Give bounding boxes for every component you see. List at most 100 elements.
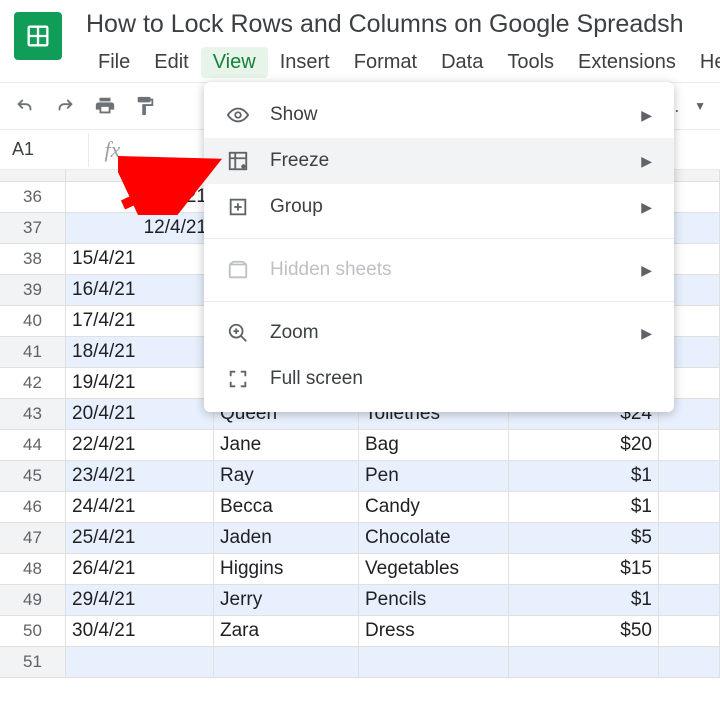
cell[interactable]: Pencils <box>359 585 509 616</box>
menu-format[interactable]: Format <box>342 47 429 78</box>
cell[interactable]: Jerry <box>214 585 359 616</box>
menu-data[interactable]: Data <box>429 47 495 78</box>
select-all-corner[interactable] <box>0 170 66 182</box>
cell[interactable]: 26/4/21 <box>66 554 214 585</box>
cell[interactable]: 12/4/21 <box>66 213 214 244</box>
menu-he[interactable]: He <box>688 47 720 78</box>
cell[interactable] <box>359 647 509 678</box>
row-header[interactable]: 39 <box>0 275 66 306</box>
row-header[interactable]: 44 <box>0 430 66 461</box>
menu-file[interactable]: File <box>86 47 142 78</box>
cell[interactable]: Ray <box>214 461 359 492</box>
undo-icon[interactable] <box>14 95 36 117</box>
row-header[interactable]: 47 <box>0 523 66 554</box>
table-row[interactable]: 5030/4/21ZaraDress$50 <box>0 616 720 647</box>
cell[interactable]: Candy <box>359 492 509 523</box>
cell[interactable]: Jaden <box>214 523 359 554</box>
table-row[interactable]: 4929/4/21JerryPencils$1 <box>0 585 720 616</box>
cell[interactable]: Becca <box>214 492 359 523</box>
table-row[interactable]: 4624/4/21BeccaCandy$1 <box>0 492 720 523</box>
chevron-down-icon[interactable]: ▼ <box>694 99 706 113</box>
paint-format-icon[interactable] <box>134 95 156 117</box>
cell[interactable] <box>659 585 720 616</box>
menu-item-show[interactable]: Show▶ <box>204 92 674 138</box>
cell[interactable]: $1 <box>509 461 659 492</box>
cell[interactable] <box>659 616 720 647</box>
cell[interactable]: 10/4/21 <box>66 182 214 213</box>
cell[interactable] <box>66 647 214 678</box>
row-header[interactable]: 40 <box>0 306 66 337</box>
menu-insert[interactable]: Insert <box>268 47 342 78</box>
cell[interactable]: 17/4/21 <box>66 306 214 337</box>
cell[interactable]: Dress <box>359 616 509 647</box>
cell[interactable]: 30/4/21 <box>66 616 214 647</box>
row-header[interactable]: 49 <box>0 585 66 616</box>
cell[interactable] <box>659 554 720 585</box>
menu-item-zoom[interactable]: Zoom▶ <box>204 310 674 356</box>
name-box[interactable]: A1 <box>0 139 88 160</box>
cell[interactable]: 24/4/21 <box>66 492 214 523</box>
table-row[interactable]: 4826/4/21HigginsVegetables$15 <box>0 554 720 585</box>
cell[interactable]: 18/4/21 <box>66 337 214 368</box>
cell[interactable] <box>659 523 720 554</box>
row-header[interactable]: 37 <box>0 213 66 244</box>
menu-edit[interactable]: Edit <box>142 47 200 78</box>
redo-icon[interactable] <box>54 95 76 117</box>
cell[interactable]: $50 <box>509 616 659 647</box>
table-row[interactable]: 51 <box>0 647 720 678</box>
cell[interactable]: Zara <box>214 616 359 647</box>
cell[interactable]: 23/4/21 <box>66 461 214 492</box>
menu-item-full-screen[interactable]: Full screen <box>204 356 674 402</box>
cell[interactable]: 20/4/21 <box>66 399 214 430</box>
table-row[interactable]: 4422/4/21JaneBag$20 <box>0 430 720 461</box>
cell[interactable] <box>659 492 720 523</box>
cell[interactable] <box>509 647 659 678</box>
row-header[interactable]: 36 <box>0 182 66 213</box>
cell[interactable]: $5 <box>509 523 659 554</box>
row-header[interactable]: 42 <box>0 368 66 399</box>
submenu-arrow-icon: ▶ <box>641 153 652 170</box>
cell[interactable]: Vegetables <box>359 554 509 585</box>
cell[interactable]: $15 <box>509 554 659 585</box>
cell[interactable]: Jane <box>214 430 359 461</box>
row-header[interactable]: 43 <box>0 399 66 430</box>
row-header[interactable]: 45 <box>0 461 66 492</box>
cell[interactable]: $20 <box>509 430 659 461</box>
cell[interactable] <box>659 461 720 492</box>
fullscreen-icon <box>226 367 250 391</box>
menu-view[interactable]: View <box>201 47 268 78</box>
row-header[interactable]: 46 <box>0 492 66 523</box>
cell[interactable]: 15/4/21 <box>66 244 214 275</box>
cell[interactable]: Pen <box>359 461 509 492</box>
cell[interactable]: 29/4/21 <box>66 585 214 616</box>
cell[interactable] <box>659 430 720 461</box>
table-row[interactable]: 4725/4/21JadenChocolate$5 <box>0 523 720 554</box>
row-header[interactable]: 51 <box>0 647 66 678</box>
cell[interactable] <box>214 647 359 678</box>
sheets-logo-icon <box>14 12 62 60</box>
cell[interactable]: Bag <box>359 430 509 461</box>
cell[interactable]: 19/4/21 <box>66 368 214 399</box>
cell[interactable]: $1 <box>509 492 659 523</box>
print-icon[interactable] <box>94 95 116 117</box>
row-header[interactable]: 50 <box>0 616 66 647</box>
row-header[interactable]: 48 <box>0 554 66 585</box>
cell[interactable]: Higgins <box>214 554 359 585</box>
fx-icon: fx <box>88 133 136 167</box>
submenu-arrow-icon: ▶ <box>641 199 652 216</box>
menu-extensions[interactable]: Extensions <box>566 47 688 78</box>
document-title[interactable]: How to Lock Rows and Columns on Google S… <box>86 10 720 39</box>
menu-item-freeze[interactable]: Freeze▶ <box>204 138 674 184</box>
row-header[interactable]: 41 <box>0 337 66 368</box>
menu-item-group[interactable]: Group▶ <box>204 184 674 230</box>
title-bar: How to Lock Rows and Columns on Google S… <box>0 0 720 82</box>
row-header[interactable]: 38 <box>0 244 66 275</box>
cell[interactable]: 22/4/21 <box>66 430 214 461</box>
cell[interactable] <box>659 647 720 678</box>
table-row[interactable]: 4523/4/21RayPen$1 <box>0 461 720 492</box>
menu-tools[interactable]: Tools <box>495 47 566 78</box>
cell[interactable]: $1 <box>509 585 659 616</box>
cell[interactable]: 16/4/21 <box>66 275 214 306</box>
cell[interactable]: 25/4/21 <box>66 523 214 554</box>
cell[interactable]: Chocolate <box>359 523 509 554</box>
